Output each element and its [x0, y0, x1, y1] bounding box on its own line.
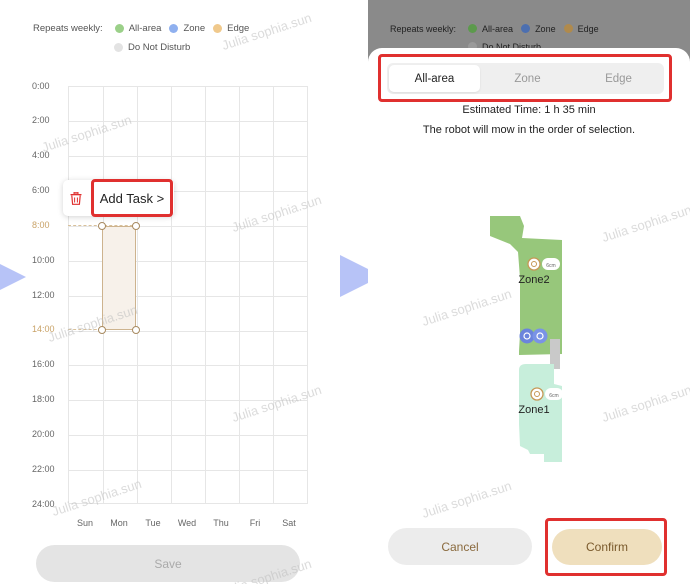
legend-title: Repeats weekly: — [33, 23, 103, 34]
edge-dot-icon — [213, 24, 223, 33]
legend: Repeats weekly: All-area Zone Edge Do No… — [33, 22, 257, 60]
mode-selector-highlight: All-area Zone Edge — [378, 54, 672, 102]
charging-station-icon[interactable] — [532, 328, 548, 344]
time-label: 20:00 — [32, 429, 55, 439]
mode-segmented-control: All-area Zone Edge — [387, 63, 664, 94]
zone2-height-label: 6cm — [546, 263, 555, 269]
day-label-sat: Sat — [282, 518, 296, 528]
zone-dot-icon — [169, 24, 179, 33]
bottom-sheet: All-area Zone Edge Estimated Time: 1 h 3… — [368, 48, 690, 584]
all-area-dot-icon — [114, 24, 124, 33]
tab-zone[interactable]: Zone — [482, 65, 573, 92]
zone1-label: Zone1 — [518, 404, 549, 416]
day-label-fri: Fri — [249, 518, 261, 528]
flow-arrow-icon — [0, 256, 26, 298]
mow-selection-screen: Repeats weekly: All-area Zone Edge Do No… — [368, 0, 690, 584]
schedule-screen: Repeats weekly: All-area Zone Edge Do No… — [0, 0, 330, 584]
zone2-label: Zone2 — [518, 274, 549, 286]
lawn-map[interactable]: 6cm Zone2 6cm Zone1 — [488, 214, 568, 464]
legend-zone: Zone — [169, 23, 205, 34]
time-label: 8:00 — [32, 220, 50, 230]
time-label: 24:00 — [32, 499, 55, 509]
day-label-sun: Sun — [76, 518, 93, 528]
save-button[interactable]: Save — [36, 545, 300, 582]
time-label: 10:00 — [32, 255, 55, 265]
time-label: 14:00 — [32, 324, 55, 334]
time-label: 0:00 — [32, 81, 50, 91]
legend-edge: Edge — [213, 23, 249, 34]
tab-all-area[interactable]: All-area — [389, 65, 480, 92]
all-area-dot-icon — [468, 24, 478, 33]
add-task-button[interactable]: Add Task > — [91, 179, 173, 217]
mower-height-icon — [527, 257, 541, 271]
dnd-dot-icon — [114, 43, 123, 52]
trash-icon[interactable] — [63, 180, 89, 216]
resize-handle-top-right[interactable] — [132, 222, 140, 230]
day-label-tue: Tue — [145, 518, 161, 528]
day-label-mon: Mon — [110, 518, 128, 528]
day-label-wed: Wed — [177, 518, 197, 528]
order-note: The robot will mow in the order of selec… — [422, 124, 636, 136]
time-label: 18:00 — [32, 394, 55, 404]
zone1-height-label: 6cm — [549, 393, 558, 399]
time-label: 16:00 — [32, 359, 55, 369]
tab-edge[interactable]: Edge — [573, 65, 664, 92]
resize-handle-bottom-left[interactable] — [98, 326, 106, 334]
time-label: 4:00 — [32, 150, 50, 160]
edge-dot-icon — [563, 24, 573, 33]
time-label: 12:00 — [32, 290, 55, 300]
zone-dot-icon — [521, 24, 531, 33]
time-label: 2:00 — [32, 115, 50, 125]
confirm-button[interactable]: Confirm — [552, 529, 662, 565]
day-label-thu: Thu — [213, 518, 229, 528]
robot-marker-icon[interactable] — [519, 328, 535, 344]
legend-all-area: All-area — [114, 23, 161, 34]
screenshot-stage: Repeats weekly: All-area Zone Edge Do No… — [0, 0, 690, 584]
mower-height-icon — [530, 387, 544, 401]
task-popup: Add Task > — [63, 179, 174, 217]
cancel-button[interactable]: Cancel — [388, 528, 532, 565]
selected-time-block[interactable] — [102, 226, 136, 330]
estimated-time: Estimated Time: 1 h 35 min — [462, 104, 596, 116]
time-label: 6:00 — [32, 185, 50, 195]
legend-do-not-disturb: Do Not Disturb — [114, 42, 190, 53]
resize-handle-bottom-right[interactable] — [132, 326, 140, 334]
time-label: 22:00 — [32, 464, 55, 474]
confirm-highlight: Confirm — [545, 518, 667, 576]
resize-handle-top-left[interactable] — [98, 222, 106, 230]
